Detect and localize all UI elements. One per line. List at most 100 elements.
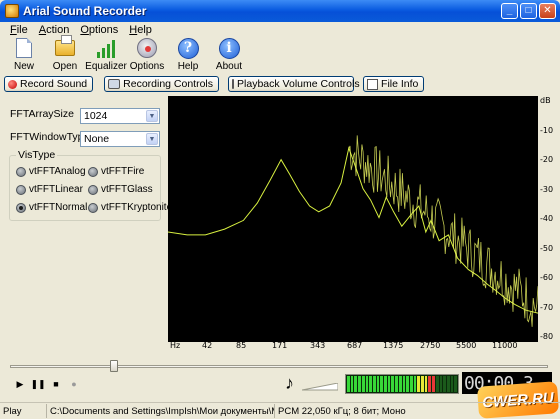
status-state: Play <box>3 405 22 417</box>
record-sound-label: Record Sound <box>20 78 88 90</box>
spectrum-series-line <box>167 146 539 314</box>
fft-array-size-label: FFTArraySize <box>10 108 74 120</box>
meter-segment <box>361 376 365 392</box>
radio-vtfftfire[interactable]: vtFFTFire <box>88 166 144 177</box>
new-file-icon <box>16 38 32 58</box>
meter-segment <box>350 376 354 392</box>
meter-segment <box>432 376 435 392</box>
record-button[interactable]: ● <box>66 377 82 391</box>
fft-window-type-select[interactable]: None ▼ <box>80 131 160 147</box>
recording-controls-button[interactable]: Recording Controls <box>104 76 220 92</box>
meter-segment <box>435 376 439 392</box>
hz-tick-label: 1375 <box>383 341 404 350</box>
seek-thumb[interactable] <box>110 360 118 372</box>
meter-segment <box>347 376 350 392</box>
file-info-button[interactable]: File Info <box>363 76 425 92</box>
close-button[interactable]: ✕ <box>539 3 556 19</box>
open-button[interactable]: Open <box>45 35 85 74</box>
help-label: Help <box>177 61 199 72</box>
volume-slider[interactable] <box>302 383 338 391</box>
meter-segment <box>369 376 372 392</box>
title-bar: Arial Sound Recorder _ □ ✕ <box>0 0 560 22</box>
level-meter <box>345 374 459 394</box>
meter-segment <box>372 376 376 392</box>
db-tick-label: -50 <box>540 243 554 253</box>
stop-button[interactable]: ■ <box>48 377 64 391</box>
db-tick-label: -70 <box>540 302 554 312</box>
menu-action[interactable]: Action <box>39 24 70 36</box>
meter-segment <box>376 376 380 392</box>
mixer-icon <box>108 79 121 89</box>
new-button[interactable]: New <box>4 38 44 74</box>
meter-segment <box>454 376 458 392</box>
hz-tick-label: 2750 <box>420 341 441 350</box>
maximize-button[interactable]: □ <box>520 3 537 19</box>
radio-indicator <box>88 166 98 177</box>
record-sound-button[interactable]: Record Sound <box>4 76 94 92</box>
meter-segment <box>402 376 406 392</box>
spectrum-display <box>167 96 539 342</box>
hz-tick-label: 171 <box>272 341 288 350</box>
spectrum-detail-line <box>348 135 539 327</box>
radio-label: vtFFTNormal <box>29 202 88 213</box>
recording-controls-label: Recording Controls <box>123 78 214 90</box>
speaker-icon <box>232 79 235 89</box>
minimize-button[interactable]: _ <box>501 3 518 19</box>
record-icon <box>8 79 17 89</box>
meter-segment <box>380 376 384 392</box>
radio-indicator <box>88 184 98 195</box>
play-button[interactable]: ▶ <box>12 377 28 391</box>
help-button[interactable]: ? Help <box>168 37 208 74</box>
menu-bar: File Action Options Help <box>0 22 560 37</box>
meter-segment <box>406 376 409 392</box>
radio-vtfftkryptonite[interactable]: vtFFTKryptonite <box>88 202 172 213</box>
new-label: New <box>13 61 34 72</box>
meter-segment <box>409 376 413 392</box>
fft-array-size-select[interactable]: 1024 ▼ <box>80 108 160 124</box>
seek-track[interactable] <box>10 365 548 368</box>
hz-tick-label: 687 <box>347 341 363 350</box>
equalizer-icon <box>97 38 115 58</box>
menu-help[interactable]: Help <box>129 24 152 36</box>
options-button[interactable]: Options <box>127 38 167 74</box>
db-tick-label: dB <box>540 96 551 105</box>
chevron-down-icon: ▼ <box>146 133 158 145</box>
radio-label: vtFFTKryptonite <box>101 202 173 213</box>
status-path: C:\Documents and Settings\ImpIsh\Мои док… <box>46 404 274 418</box>
hz-tick-label: 11000 <box>492 341 518 350</box>
file-icon <box>367 78 379 90</box>
meter-segment <box>413 376 417 392</box>
pause-button[interactable]: ❚❚ <box>30 377 46 391</box>
equalizer-button[interactable]: Equalizer <box>85 38 127 74</box>
menu-file[interactable]: File <box>10 24 28 36</box>
meter-segment <box>384 376 387 392</box>
db-tick-label: -20 <box>540 155 554 164</box>
hz-tick-label: 85 <box>236 341 247 350</box>
about-icon: i <box>218 37 240 59</box>
about-button[interactable]: i About <box>209 37 249 74</box>
db-tick-label: -10 <box>540 125 554 135</box>
radio-vtfftnormal[interactable]: vtFFTNormal <box>16 202 87 213</box>
menu-options[interactable]: Options <box>80 24 118 36</box>
transport-controls: ▶ ❚❚ ■ ● <box>12 377 82 391</box>
app-icon <box>5 4 19 18</box>
radio-indicator <box>16 202 26 213</box>
window-title: Arial Sound Recorder <box>23 4 147 18</box>
radio-indicator <box>88 202 98 213</box>
radio-label: vtFFTAnalog <box>29 166 86 177</box>
spectrum-plot <box>167 135 539 327</box>
radio-vtfftlinear[interactable]: vtFFTLinear <box>16 184 83 195</box>
radio-label: vtFFTFire <box>101 166 145 177</box>
meter-segment <box>398 376 402 392</box>
meter-segment <box>391 376 395 392</box>
meter-segment <box>424 376 428 392</box>
radio-vtfftglass[interactable]: vtFFTGlass <box>88 184 153 195</box>
radio-vtfftanalog[interactable]: vtFFTAnalog <box>16 166 86 177</box>
radio-indicator <box>16 184 26 195</box>
meter-segment <box>421 376 424 392</box>
playback-volume-button[interactable]: Playback Volume Controls <box>228 76 360 92</box>
file-info-label: File Info <box>381 78 419 90</box>
volume-icon: ♪ <box>285 373 294 393</box>
fft-array-size-value: 1024 <box>84 110 108 122</box>
meter-segment <box>450 376 454 392</box>
